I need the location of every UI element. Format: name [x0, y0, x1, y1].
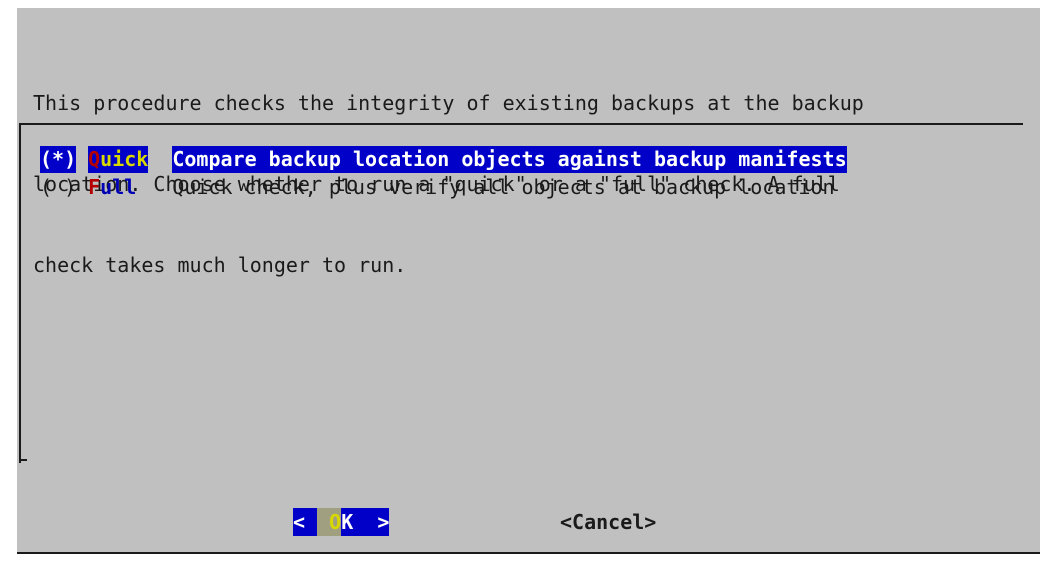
prompt-line-1: This procedure checks the integrity of e…: [33, 91, 864, 115]
ok-button-label-rest: K: [341, 508, 366, 536]
hotkey-f: F: [88, 175, 101, 199]
ok-button-left-bracket: <: [293, 508, 318, 536]
terminal-window: This procedure checks the integrity of e…: [0, 0, 1040, 562]
menu-item-full-tag[interactable]: Full: [88, 174, 136, 201]
menu-item-quick-tag-rest: uick: [100, 147, 149, 171]
menu-item-quick-description[interactable]: Compare backup location objects against …: [172, 146, 847, 173]
radio-selected-quick[interactable]: (*): [40, 146, 77, 173]
menu-item-full[interactable]: ( ) Full Quick check, plus verify all obje…: [40, 174, 835, 201]
ok-button[interactable]: < OK >: [293, 508, 390, 536]
hotkey-q: Q: [88, 147, 101, 171]
menu-item-quick-tag[interactable]: Quick: [88, 146, 149, 173]
menu-item-full-tag-rest: ull: [100, 175, 137, 199]
menu-box-corner: [19, 459, 27, 461]
menu-item-full-description[interactable]: Quick check, plus verify all objects at …: [172, 174, 834, 201]
radio-unselected-full[interactable]: ( ): [40, 174, 76, 201]
ok-button-right-bracket: >: [365, 508, 390, 536]
menu-item-quick[interactable]: (*) Quick Compare backup location objects …: [40, 146, 847, 173]
ok-button-hotkey: O: [317, 508, 342, 536]
cancel-button[interactable]: <Cancel>: [560, 508, 656, 536]
